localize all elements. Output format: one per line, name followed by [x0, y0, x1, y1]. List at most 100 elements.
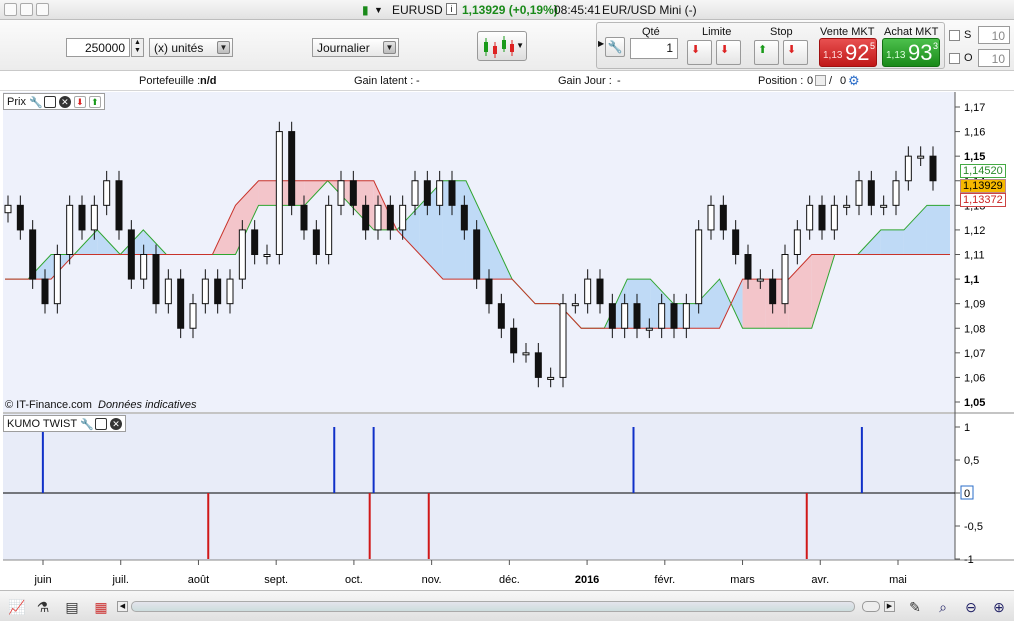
- portfolio-value: n/d: [200, 75, 217, 87]
- x-tick-label: déc.: [499, 574, 520, 586]
- candle-body: [448, 180, 456, 206]
- chevron-down-icon: ▼: [383, 41, 396, 54]
- close-icon[interactable]: ✕: [58, 95, 71, 108]
- zoom-out-icon[interactable]: ⊖: [962, 598, 980, 616]
- quantity-input[interactable]: 250000: [66, 38, 130, 57]
- window-maximize-button[interactable]: [20, 3, 33, 16]
- candle-body: [164, 278, 172, 305]
- units-select[interactable]: (x) unités ▼: [149, 38, 233, 57]
- candle-body: [892, 180, 900, 206]
- sell-price-small: 1,13: [823, 50, 843, 61]
- limit-sell-button[interactable]: ⬇: [716, 40, 741, 65]
- x-tick-label: nov.: [422, 574, 442, 586]
- candle-body: [670, 303, 678, 329]
- candle-body: [732, 229, 740, 256]
- candle-body: [830, 204, 838, 231]
- kumo-y-tick-label: 1: [964, 422, 970, 434]
- qty-header: Qté: [642, 26, 660, 38]
- title-bar: ▮ ▼ EURUSD i 1,13929 (+0,19%) 08:45:41 E…: [0, 0, 1014, 20]
- x-tick-label: avr.: [811, 574, 829, 586]
- chart-area[interactable]: 1,171,161,151,141,131,121,111,11,091,081…: [0, 91, 1014, 590]
- stop-buy-button[interactable]: ⬆: [754, 40, 779, 65]
- candle-body: [707, 204, 715, 231]
- candle-body: [41, 278, 49, 305]
- wrench-icon[interactable]: 🔧: [605, 37, 625, 57]
- candle-body: [781, 254, 789, 305]
- objective-distance-input[interactable]: 10: [978, 49, 1010, 67]
- wrench-icon[interactable]: 🔧: [80, 418, 94, 431]
- candle-body: [855, 180, 863, 206]
- candle-body: [497, 303, 505, 329]
- indicator-icon[interactable]: ⚗: [34, 598, 52, 616]
- scroll-right-button[interactable]: ▶: [884, 601, 895, 612]
- watermark-copyright: © IT-Finance.com: [5, 399, 92, 411]
- candle-body: [695, 229, 703, 305]
- x-tick-label: févr.: [654, 574, 675, 586]
- table-icon[interactable]: ▦: [92, 598, 110, 616]
- order-qty-input[interactable]: 1: [630, 38, 678, 59]
- candle-body: [177, 278, 185, 329]
- limit-buy-button[interactable]: ⬇: [687, 40, 712, 65]
- y-tick-label: 1,1: [964, 274, 979, 286]
- zoom-in-icon[interactable]: ⊕: [990, 598, 1008, 616]
- buy-price-small: 1,13: [886, 50, 906, 61]
- portfolio-info-bar: Portefeuille : n/d Gain latent : - Gain …: [0, 71, 1014, 91]
- dropdown-arrow-icon[interactable]: ▼: [374, 5, 383, 15]
- x-tick-label: mai: [889, 574, 907, 586]
- horizontal-scrollbar[interactable]: [131, 601, 855, 612]
- watermark-indicative: Données indicatives: [98, 399, 197, 411]
- candle-body: [411, 180, 419, 206]
- candle-body: [485, 278, 493, 305]
- gear-icon[interactable]: ⚙: [848, 73, 860, 89]
- close-icon[interactable]: ✕: [110, 417, 123, 430]
- candle-body: [214, 278, 222, 305]
- candle-body: [436, 180, 444, 206]
- wrench-icon[interactable]: 🔧: [29, 96, 43, 109]
- sell-market-button[interactable]: 1,13 92 5: [819, 38, 877, 67]
- candle-body: [226, 278, 234, 305]
- scroll-left-button[interactable]: ◀: [117, 601, 128, 612]
- chevron-down-icon: ▼: [217, 41, 230, 54]
- x-tick-label: août: [188, 574, 209, 586]
- objective-checkbox[interactable]: [949, 53, 960, 64]
- window-close-button[interactable]: [36, 3, 49, 16]
- list-icon[interactable]: ▤: [63, 598, 81, 616]
- quantity-stepper[interactable]: ▲ ▼: [131, 38, 144, 57]
- window-minimize-button[interactable]: [4, 3, 17, 16]
- candle-body: [312, 229, 320, 256]
- candle-body: [880, 204, 888, 208]
- buy-market-button[interactable]: 1,13 93 3: [882, 38, 940, 67]
- candle-body: [547, 376, 555, 380]
- candle-body: [571, 303, 579, 307]
- arrow-down-icon[interactable]: ⬇: [73, 95, 86, 108]
- position-close-icon[interactable]: [815, 75, 826, 86]
- candle-body: [682, 303, 690, 329]
- arrow-down-icon: ⬇: [691, 44, 701, 56]
- chart-style-button[interactable]: ▼: [477, 31, 527, 61]
- collapse-arrow-icon[interactable]: ▶: [598, 39, 604, 48]
- order-panel: ▶ 🔧 Qté 1 Limite ⬇ ⬇ Stop ⬆ ⬇ Vente MKT …: [596, 22, 945, 69]
- info-icon[interactable]: i: [446, 3, 457, 15]
- draw-tool-icon[interactable]: ✎: [906, 598, 924, 616]
- candle-body: [645, 327, 653, 331]
- window-icon[interactable]: [95, 417, 108, 430]
- stop-distance-input[interactable]: 10: [978, 26, 1010, 44]
- period-select[interactable]: Journalier ▼: [312, 38, 399, 57]
- scrollbar-thumb[interactable]: [862, 601, 880, 612]
- window-icon[interactable]: [43, 95, 56, 108]
- stop-sell-button[interactable]: ⬇: [783, 40, 808, 65]
- candle-body: [275, 131, 283, 255]
- x-tick-label: juil.: [111, 574, 129, 586]
- chart-add-icon[interactable]: 📈: [8, 598, 26, 616]
- candle-body: [189, 303, 197, 329]
- candle-body: [621, 303, 629, 329]
- candle-body: [658, 303, 666, 329]
- candle-body: [103, 180, 111, 206]
- arrow-up-icon: ⬆: [758, 44, 768, 56]
- candle-body: [251, 229, 259, 256]
- x-tick-label: juin: [33, 574, 51, 586]
- instrument-name[interactable]: EURUSD: [392, 3, 443, 17]
- zoom-fit-icon[interactable]: ⌕: [934, 598, 952, 616]
- stop-checkbox[interactable]: [949, 30, 960, 41]
- arrow-up-icon[interactable]: ⬆: [88, 95, 101, 108]
